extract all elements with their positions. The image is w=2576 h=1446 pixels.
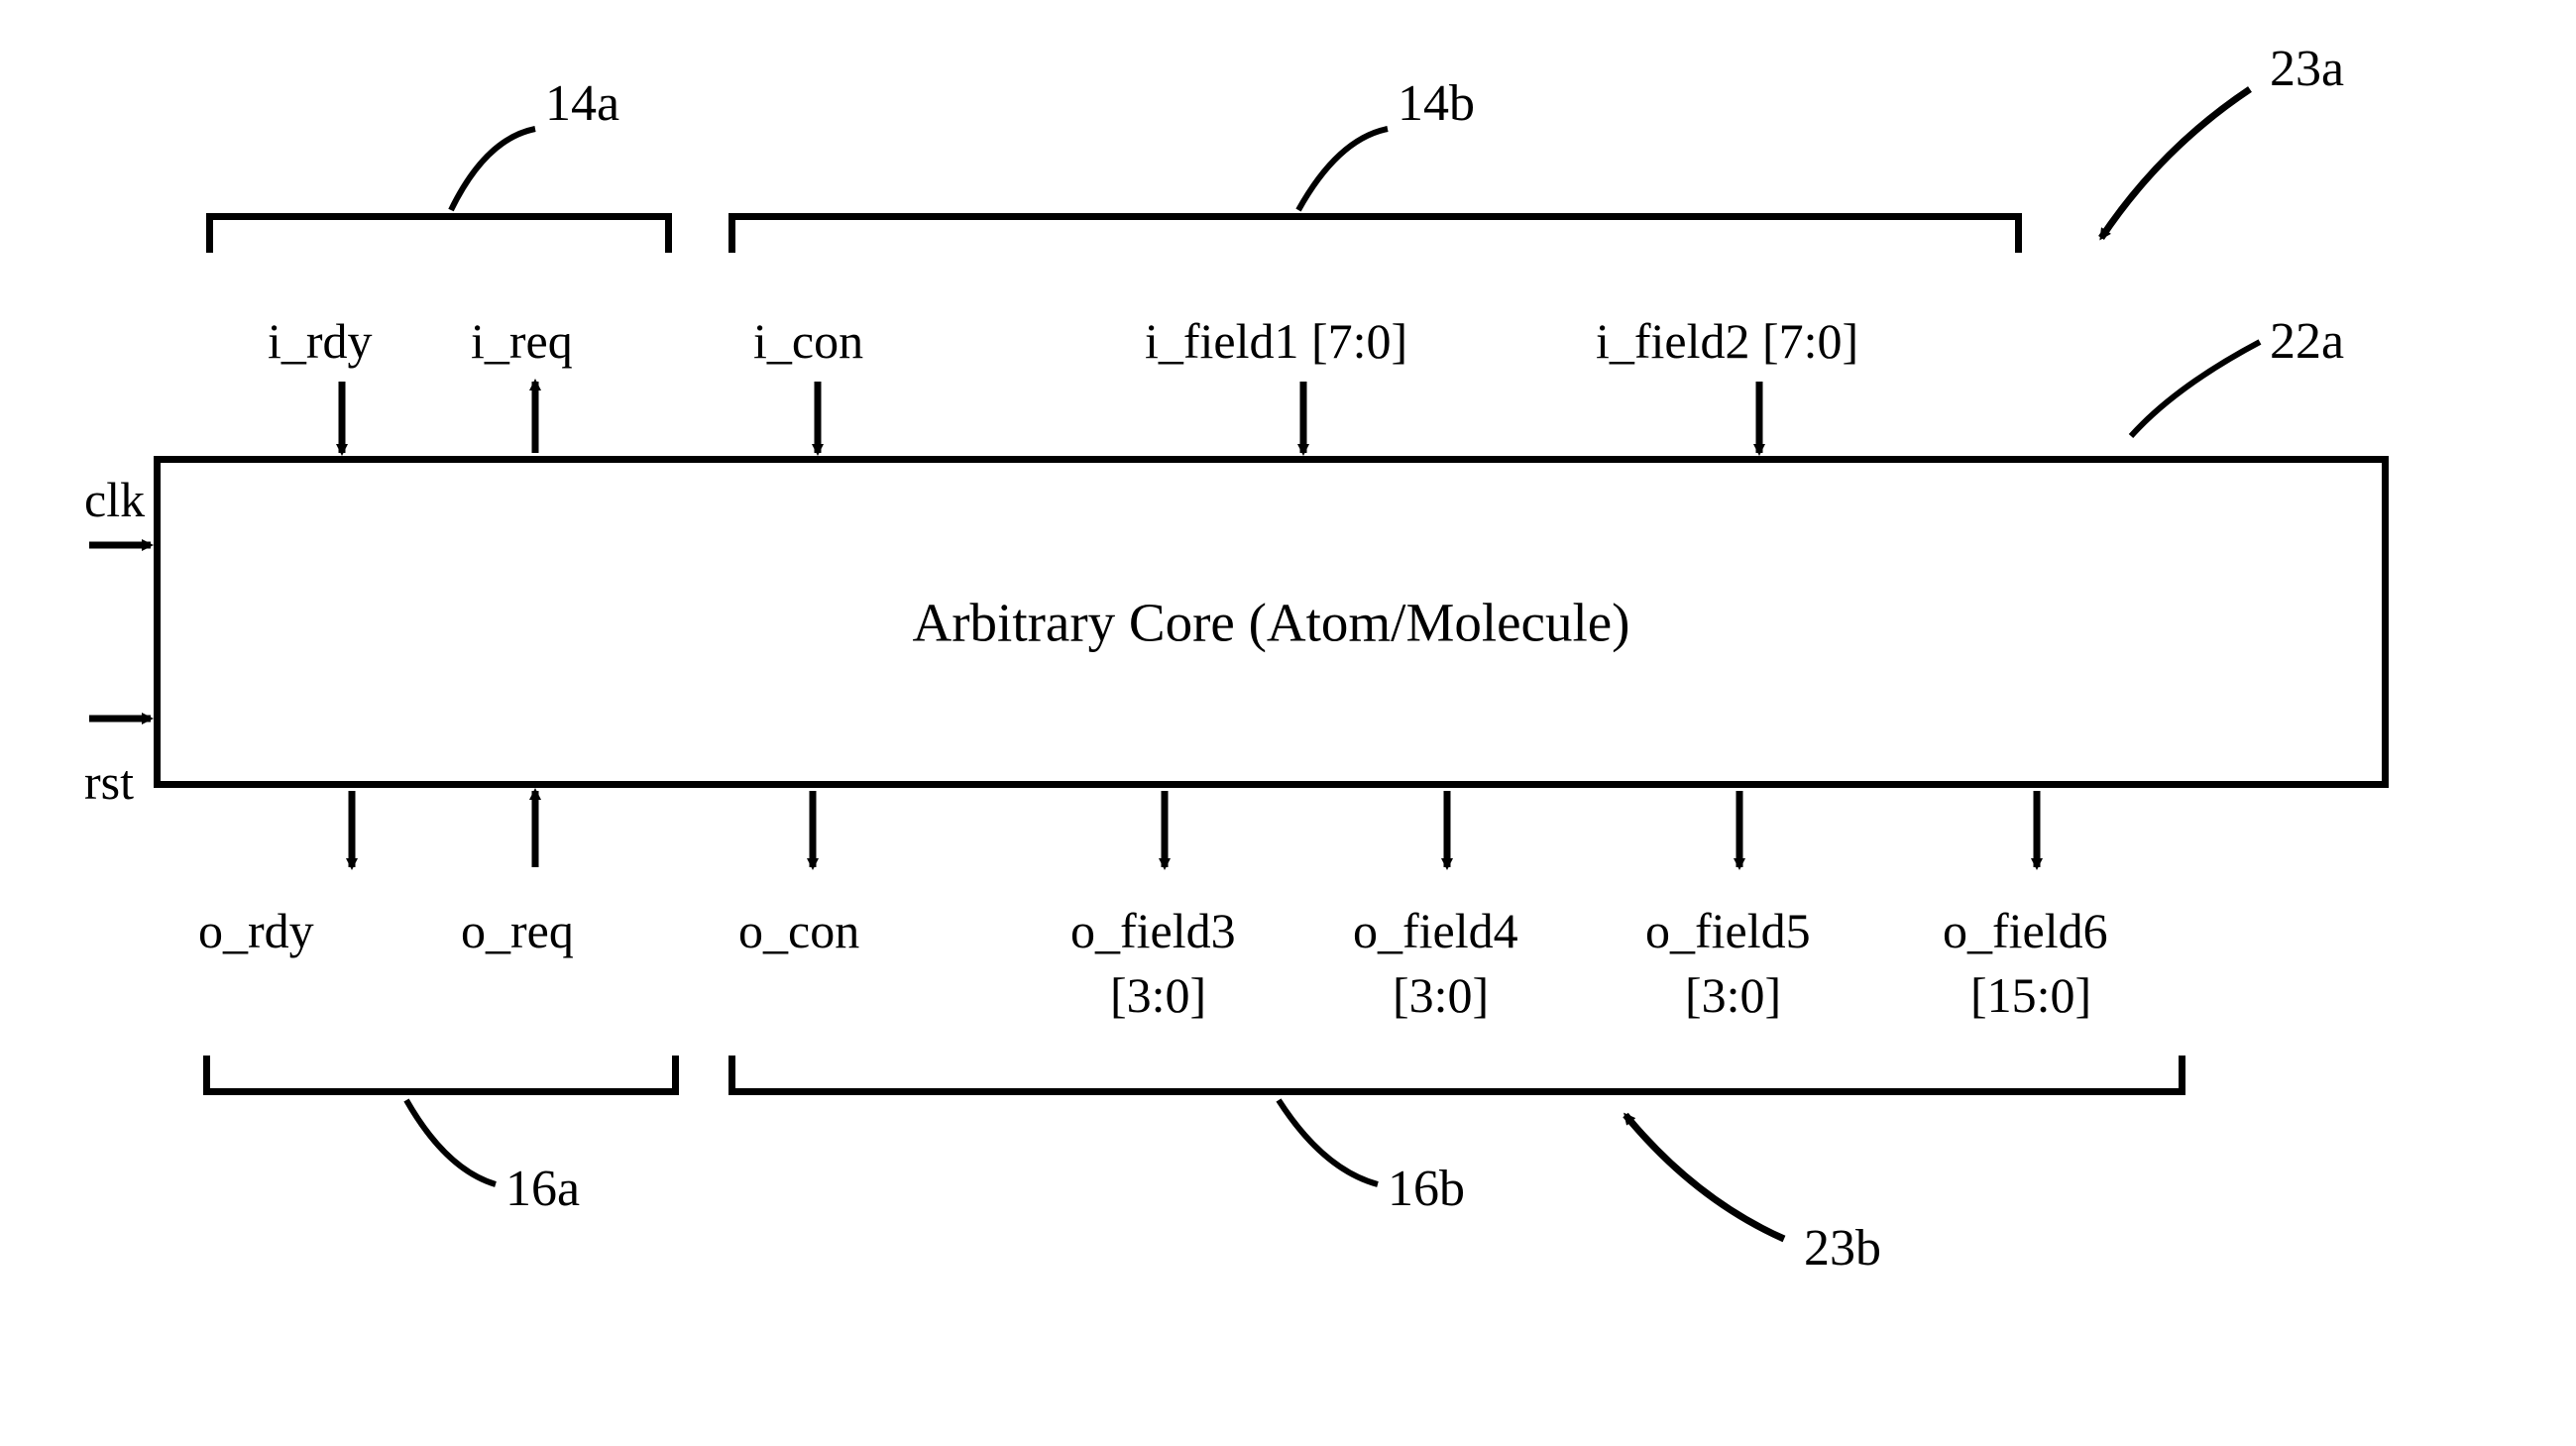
ref-22a-leader-icon [2131,342,2260,436]
ref-14b-leader-icon [1298,129,1388,210]
arrows-layer [79,40,2508,1407]
ref-23a-leader-icon [2101,89,2250,238]
block-diagram: Arbitrary Core (Atom/Molecule) clk rst i… [79,40,2508,1407]
ref-16b-leader-icon [1279,1100,1378,1184]
ref-16a-leader-icon [406,1100,496,1184]
ref-23b-leader-icon [1625,1115,1784,1239]
ref-14a-leader-icon [451,129,535,210]
